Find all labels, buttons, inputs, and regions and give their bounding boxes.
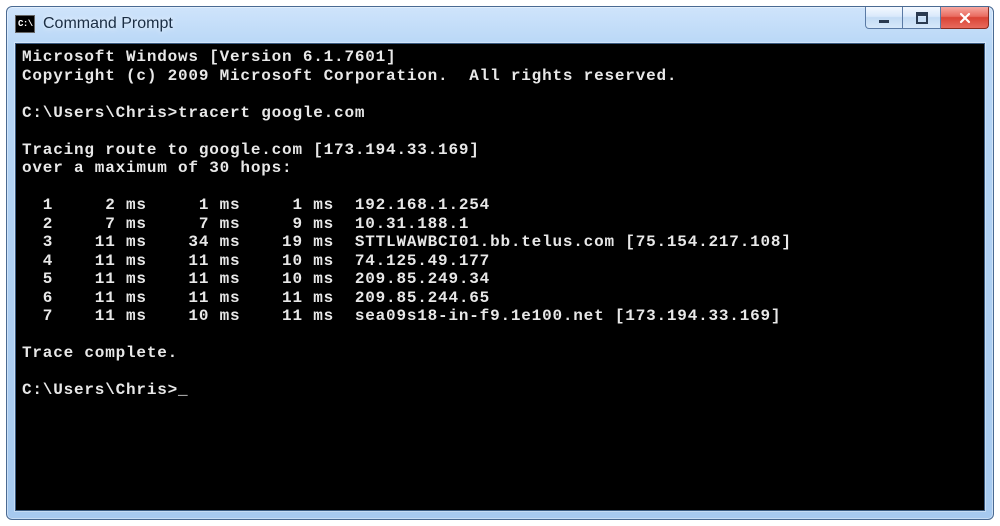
- command-prompt-window: C:\ Command Prompt Microsoft W: [6, 6, 994, 520]
- close-button[interactable]: [941, 7, 989, 29]
- minimize-button[interactable]: [865, 7, 903, 29]
- close-icon: [958, 12, 972, 24]
- terminal-area[interactable]: Microsoft Windows [Version 6.1.7601] Cop…: [15, 43, 985, 511]
- titlebar[interactable]: C:\ Command Prompt: [7, 7, 993, 41]
- app-icon-label: C:\: [18, 20, 33, 29]
- window-controls: [865, 7, 989, 41]
- maximize-button[interactable]: [903, 7, 941, 29]
- window-title: Command Prompt: [43, 7, 865, 41]
- maximize-icon: [916, 12, 928, 24]
- app-icon: C:\: [15, 15, 35, 33]
- terminal-output: Microsoft Windows [Version 6.1.7601] Cop…: [22, 48, 978, 400]
- minimize-icon: [878, 12, 890, 24]
